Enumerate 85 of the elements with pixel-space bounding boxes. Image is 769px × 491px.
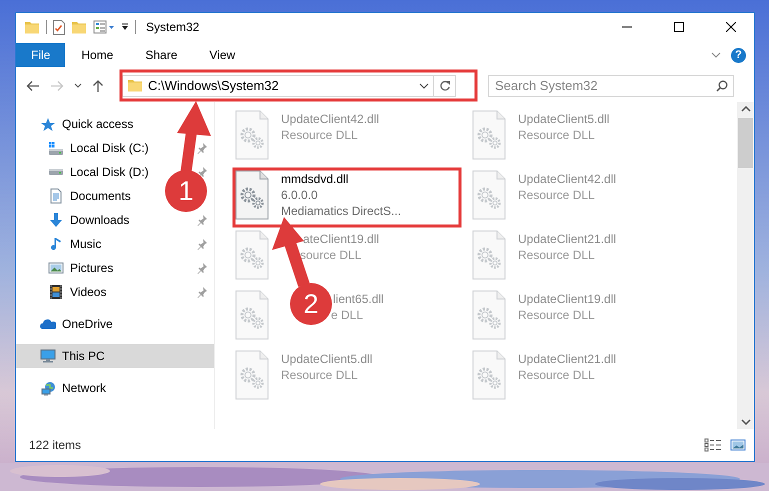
sidebar-label: Downloads (70, 213, 130, 227)
sidebar-item[interactable]: Network (16, 376, 106, 400)
file-detail: Resource DLL (518, 308, 595, 322)
file-name[interactable]: mmdsdvd.dll (281, 172, 348, 186)
sidebar-label: Documents (70, 189, 131, 203)
file-detail: Resource DLL (518, 128, 595, 142)
file-detail: e DLL (331, 308, 364, 322)
help-button[interactable]: ? (731, 48, 746, 62)
sidebar-label: Local Disk (C:) (70, 141, 150, 155)
sidebar-label: Local Disk (D:) (70, 165, 150, 179)
ribbon-tab[interactable]: View (193, 43, 252, 67)
network-icon (40, 380, 56, 396)
ribbon-tab[interactable]: Home (65, 43, 130, 67)
sidebar-item[interactable]: Local Disk (C:) (16, 136, 214, 160)
back-arrow-icon (26, 80, 40, 92)
file-detail: Resource DLL (518, 188, 595, 202)
sidebar-item[interactable]: Documents (16, 184, 131, 208)
film-icon (49, 284, 63, 300)
folder-icon[interactable] (24, 20, 40, 34)
item-count: 122 items (29, 438, 82, 452)
maximize-icon (674, 22, 684, 32)
pin-icon[interactable] (197, 238, 208, 250)
up-arrow-icon (92, 78, 104, 92)
sidebar-item[interactable]: Quick access (16, 112, 134, 136)
scrollbar-thumb[interactable] (738, 118, 753, 168)
scroll-up-icon[interactable] (740, 106, 750, 112)
sidebar-label: OneDrive (62, 317, 113, 331)
dropdown-icon[interactable] (419, 82, 429, 88)
sidebar-label: Pictures (70, 261, 114, 275)
picture-icon (48, 262, 64, 274)
sidebar-item[interactable]: OneDrive (16, 312, 113, 336)
sidebar-label: Music (70, 237, 102, 251)
ribbon-tab[interactable]: Share (129, 43, 194, 67)
close-icon (726, 22, 736, 32)
sidebar-label: Network (62, 381, 106, 395)
view-icon[interactable] (93, 20, 115, 34)
sidebar-label: This PC (62, 349, 106, 363)
download-icon (49, 212, 63, 228)
file-detail: source DLL (300, 248, 362, 262)
arrow (177, 101, 211, 173)
file-detail: Resource DLL (281, 128, 358, 142)
sidebar-label: Quick access (62, 117, 134, 131)
file-detail: Resource DLL (518, 248, 595, 262)
drive-icon (48, 168, 64, 176)
document-icon (50, 188, 62, 204)
forward-arrow-icon (50, 80, 64, 92)
sidebar-item[interactable]: Pictures (16, 256, 214, 280)
sidebar-item[interactable]: Videos (16, 280, 214, 304)
address-path: C:\Windows\System32 (148, 78, 280, 93)
cloud-icon (40, 318, 56, 330)
file-detail: 6.0.0.0 (281, 188, 318, 202)
pin-icon[interactable] (197, 166, 208, 178)
file-menu-tab[interactable]: File (16, 43, 66, 67)
details-view-icon[interactable] (704, 438, 722, 452)
file-detail: Resource DLL (518, 368, 595, 382)
address-field[interactable]: C:\Windows\System32 (122, 74, 434, 96)
large-icons-view-icon[interactable] (730, 439, 746, 451)
sidebar-item[interactable]: This PC (16, 344, 214, 368)
refresh-button[interactable] (434, 74, 456, 96)
file-detail: Resource DLL (281, 368, 358, 382)
recent-locations-button[interactable] (72, 81, 84, 90)
sidebar-item[interactable]: Music (16, 232, 214, 256)
expand-ribbon-icon[interactable] (711, 52, 721, 58)
scroll-down-icon[interactable] (740, 419, 750, 425)
minimize-icon (622, 26, 632, 28)
properties-icon[interactable] (53, 20, 65, 34)
sidebar-label: Videos (70, 285, 108, 299)
pin-icon[interactable] (197, 286, 208, 298)
search-icon[interactable] (716, 80, 728, 92)
caret-icon (74, 83, 82, 88)
folder-icon[interactable] (71, 20, 87, 34)
refresh-icon (438, 80, 450, 92)
pin-icon[interactable] (197, 142, 208, 154)
folder-icon (127, 79, 143, 92)
gear-file-icon[interactable] (235, 170, 269, 220)
drive-icon (48, 140, 64, 156)
search-field[interactable]: Search System32 (488, 74, 734, 96)
star-icon (40, 116, 56, 132)
file-detail: Mediamatics DirectS... (281, 204, 402, 218)
music-note-icon (50, 237, 62, 251)
monitor-icon (40, 349, 56, 363)
pin-icon[interactable] (197, 214, 208, 226)
window-title: System32 (146, 20, 200, 34)
caret-icon[interactable] (121, 23, 129, 31)
pin-icon[interactable] (197, 262, 208, 274)
